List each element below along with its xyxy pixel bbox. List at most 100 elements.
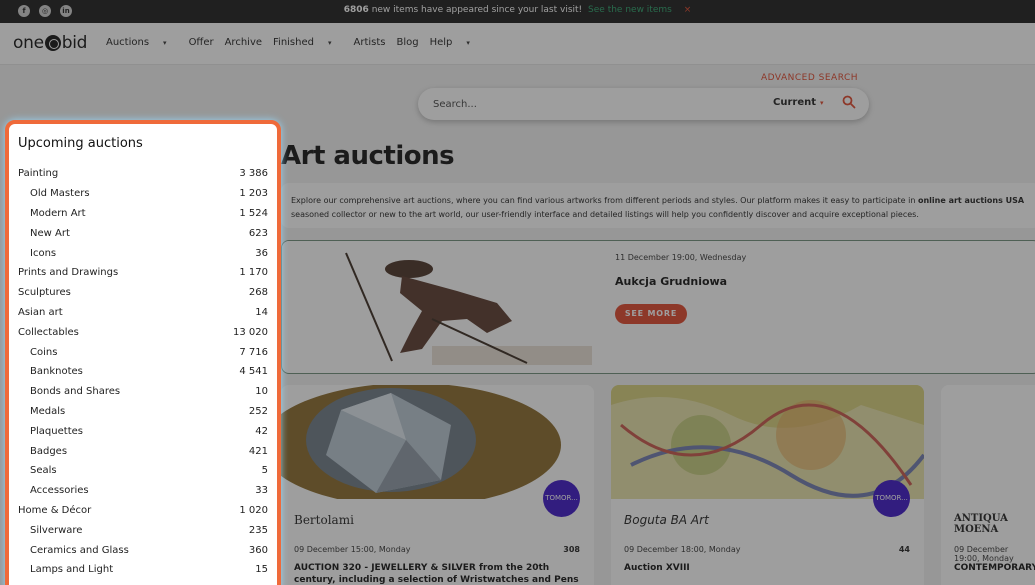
category-label: Modern Art [30, 207, 86, 219]
featured-name[interactable]: Aukcja Grudniowa [615, 275, 727, 288]
card-title[interactable]: AUCTION 320 - JEWELLERY & SILVER from th… [294, 562, 579, 585]
search-input[interactable] [433, 96, 733, 112]
intro-part-1: Explore our comprehensive art auctions, … [291, 196, 918, 205]
featured-sculpture-image [282, 241, 593, 365]
category-label: Badges [30, 445, 68, 457]
category-label: Silverware [30, 524, 83, 536]
auction-house-logo: Bertolami [294, 513, 354, 527]
auction-house-logo: ANTIQUA MOENA [954, 513, 1008, 535]
category-label: New Art [30, 227, 70, 239]
category-item[interactable]: Modern Art 1 524 [18, 204, 268, 224]
category-item[interactable]: Accessories 33 [18, 481, 268, 501]
category-list: Painting 3 386 Old Masters 1 203 Modern Art 1… [18, 164, 268, 580]
logo-mark-icon [44, 35, 61, 51]
see-new-items-link[interactable]: See the new items [588, 5, 672, 15]
category-count: 623 [248, 227, 268, 239]
new-items-notice: 6806 new items have appeared since your … [0, 5, 1035, 15]
category-label: Old Masters [30, 188, 90, 200]
nav-label: Help [429, 37, 453, 48]
category-item[interactable]: Collectables 13 020 [18, 322, 268, 342]
top-notification-bar: f ◎ in 6806 new items have appeared sinc… [0, 0, 1035, 23]
card-title[interactable]: Auction XVIII [624, 562, 909, 574]
category-item[interactable]: Ceramics and Glass 360 [18, 540, 268, 560]
category-item[interactable]: Prints and Drawings 1 170 [18, 263, 268, 283]
category-count: 360 [248, 544, 268, 556]
category-count: 268 [248, 287, 268, 299]
onebid-logo[interactable]: one bid [13, 33, 87, 53]
category-label: Home & Décor [18, 504, 92, 516]
category-item[interactable]: Old Masters 1 203 [18, 184, 268, 204]
close-notice-icon[interactable]: × [684, 5, 692, 15]
card-title[interactable]: CONTEMPORARY A [954, 562, 1035, 574]
category-count: 10 [255, 386, 268, 398]
category-item[interactable]: Plaquettes 42 [18, 421, 268, 441]
auction-house-logo: Boguta BA Art [624, 513, 709, 527]
search-scope-label: Current [773, 97, 817, 108]
category-count: 1 203 [239, 188, 268, 200]
category-count: 1 170 [239, 267, 268, 279]
category-item[interactable]: Medals 252 [18, 402, 268, 422]
category-count: 235 [248, 524, 268, 536]
panel-title: Upcoming auctions [18, 136, 143, 151]
category-item[interactable]: New Art 623 [18, 223, 268, 243]
category-count: 7 716 [239, 346, 268, 358]
nav-auctions[interactable]: Auctions ▾ [106, 37, 178, 48]
auction-card[interactable]: TOMOR... Boguta BA Art 09 December 18:00… [611, 385, 924, 585]
category-item[interactable]: Asian art 14 [18, 303, 268, 323]
category-count: 3 386 [239, 168, 268, 180]
nav-label: Auctions [106, 37, 150, 48]
nav-archive[interactable]: Archive [225, 37, 262, 48]
nav-finished[interactable]: Finished ▾ [273, 37, 342, 48]
new-items-count: 6806 [343, 5, 369, 15]
intro-text: Explore our comprehensive art auctions, … [281, 183, 1035, 228]
category-label: Asian art [18, 306, 63, 318]
category-count: 15 [255, 564, 268, 576]
search-icon[interactable] [842, 95, 856, 109]
category-count: 42 [255, 425, 268, 437]
featured-auction[interactable]: 11 December 19:00, Wednesday Aukcja Grud… [281, 240, 1035, 374]
category-label: Bonds and Shares [30, 386, 121, 398]
category-label: Seals [30, 465, 57, 477]
category-item[interactable]: Seals 5 [18, 461, 268, 481]
page-title: Art auctions [281, 141, 455, 171]
auction-card[interactable]: TOMOR... Bertolami 09 December 15:00, Mo… [281, 385, 594, 585]
jewellery-image [281, 385, 594, 499]
category-label: Coins [30, 346, 58, 358]
nav-blog[interactable]: Blog [397, 37, 419, 48]
card-date: 09 December 18:00, Monday [624, 545, 741, 554]
search-scope-select[interactable]: Current ▾ [773, 97, 824, 108]
see-more-button[interactable]: SEE MORE [615, 304, 687, 324]
upcoming-auctions-panel: Upcoming auctions Painting 3 386 Old Maste… [5, 120, 281, 585]
category-item[interactable]: Sculptures 268 [18, 283, 268, 303]
tomorrow-badge: TOMOR... [543, 480, 580, 517]
category-item[interactable]: Badges 421 [18, 441, 268, 461]
category-item[interactable]: Home & Décor 1 020 [18, 501, 268, 521]
advanced-search-link[interactable]: ADVANCED SEARCH [761, 73, 858, 83]
nav-offer[interactable]: Offer [189, 37, 214, 48]
category-label: Icons [30, 247, 57, 259]
auction-card[interactable]: ANTIQUA MOENA 09 December 19:00, Monday … [941, 385, 1035, 585]
chevron-down-icon: ▾ [163, 39, 167, 47]
intro-part-2: seasoned collector or new to the art wor… [291, 210, 919, 219]
search-bar: Current▾ [418, 88, 869, 120]
intro-bold-link[interactable]: online art auctions USA [918, 196, 1024, 205]
category-item[interactable]: Silverware 235 [18, 520, 268, 540]
card-date: 09 December 19:00, Monday [954, 545, 1014, 563]
category-item[interactable]: Banknotes 4 541 [18, 362, 268, 382]
category-label: Ceramics and Glass [30, 544, 129, 556]
nav-artists[interactable]: Artists [354, 37, 386, 48]
category-item[interactable]: Coins 7 716 [18, 342, 268, 362]
logo-text-right: bid [61, 33, 88, 53]
category-count: 1 020 [239, 504, 268, 516]
category-label: Sculptures [18, 287, 71, 299]
category-item[interactable]: Lamps and Light 15 [18, 560, 268, 580]
category-label: Painting [18, 168, 59, 180]
site-header: one bid Auctions ▾ Offer Archive Finished… [0, 23, 1035, 65]
category-item[interactable]: Painting 3 386 [18, 164, 268, 184]
logo-text-left: one [13, 33, 44, 53]
category-item[interactable]: Bonds and Shares 10 [18, 382, 268, 402]
nav-help[interactable]: Help ▾ [430, 37, 481, 48]
category-item[interactable]: Icons 36 [18, 243, 268, 263]
category-label: Banknotes [30, 366, 83, 378]
category-count: 252 [248, 405, 268, 417]
